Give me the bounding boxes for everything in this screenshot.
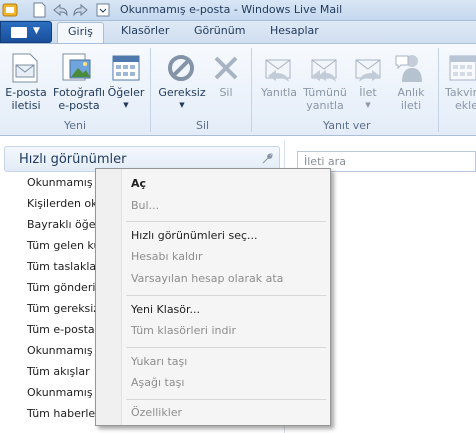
forward-icon (355, 59, 381, 82)
calendar-icon (449, 55, 476, 81)
menu-separator (126, 221, 326, 222)
reply-all-label-1: Tümünü (303, 86, 347, 99)
delete-label: Sil (219, 86, 233, 99)
group-reply-label: Yanıt ver (323, 119, 371, 132)
tab-view-label: Görünüm (194, 24, 246, 37)
quick-view-item[interactable]: Tüm gelen ku (27, 239, 100, 252)
photo-email-label-1: Fotoğraflı (53, 86, 105, 99)
menu-separator (126, 399, 326, 400)
quick-view-item[interactable]: Tüm haberler (27, 407, 100, 420)
menu-item-open[interactable]: Aç (131, 177, 146, 190)
tab-folders[interactable]: Klasörler (121, 24, 169, 43)
instant-message-label-2: ileti (400, 99, 422, 112)
junk-chevron-down-icon: ▼ (179, 101, 185, 109)
menu-item-remove-account[interactable]: Hesabı kaldır (131, 250, 203, 263)
new-email-label-1: E-posta (5, 86, 47, 99)
menu-item-move-down[interactable]: Aşağı taşı (131, 376, 184, 389)
reply-quick-icon[interactable] (52, 2, 69, 18)
forward-chevron-down-icon: ▼ (365, 101, 371, 109)
chevron-down-icon: ▼ (33, 26, 40, 36)
reply-all-icon (311, 59, 337, 82)
junk-label: Gereksiz (158, 86, 206, 99)
quick-views-title: Hızlı görünümler (19, 152, 127, 167)
tab-accounts-label: Hesaplar (270, 24, 319, 37)
menu-item-properties[interactable]: Özellikler (131, 406, 182, 419)
quick-view-item[interactable]: Okunmamış (27, 386, 93, 399)
reply-icon (265, 59, 291, 82)
group-separator (251, 48, 252, 132)
instant-message-button[interactable]: Anlık ileti (390, 86, 432, 112)
add-calendar-label-1: Takvim (445, 86, 476, 99)
add-calendar-label-2: ekle (455, 99, 476, 112)
reply-all-button[interactable]: Tümünü yanıtla (302, 86, 348, 112)
reply-all-label-2: yanıtla (306, 99, 344, 112)
context-menu: Aç Bul... Hızlı görünümleri seç... Hesab… (95, 168, 331, 426)
email-message-icon (12, 53, 38, 83)
new-email-button[interactable]: E-posta iletisi (4, 86, 48, 112)
menu-icon (11, 27, 27, 38)
quick-view-item[interactable]: Bayraklı öğele (27, 218, 105, 231)
menu-separator (126, 347, 326, 348)
quick-view-item[interactable]: Tüm akışlar (27, 365, 90, 378)
tab-home-label: Giriş (68, 25, 93, 38)
photo-email-button[interactable]: Fotoğraflı e-posta (49, 86, 109, 112)
instant-message-label-1: Anlık (397, 86, 425, 99)
photo-email-icon (62, 53, 91, 81)
items-chevron-down-icon: ▼ (123, 101, 129, 109)
menu-item-new-folder[interactable]: Yeni Klasör... (131, 303, 200, 316)
tab-home[interactable]: Giriş (57, 22, 104, 44)
quick-view-item[interactable]: Okunmamış (27, 176, 93, 189)
search-placeholder: İleti ara (304, 155, 346, 168)
photo-email-label-2: e-posta (58, 99, 100, 112)
app-icon[interactable] (2, 2, 19, 18)
quick-view-item[interactable]: Tüm taslaklar (27, 260, 101, 273)
junk-icon (168, 55, 194, 81)
menu-item-select-quick-views[interactable]: Hızlı görünümleri seç... (131, 229, 258, 242)
quick-view-item[interactable]: Okunmamış (27, 344, 93, 357)
menu-separator (126, 295, 326, 296)
title-bar: Okunmamış e-posta - Windows Live Mail (0, 0, 476, 21)
group-new-label: Yeni (64, 119, 87, 132)
tab-folders-label: Klasörler (121, 24, 170, 37)
delete-icon (214, 56, 238, 80)
group-separator (150, 48, 151, 132)
delete-button[interactable]: Sil (210, 86, 242, 99)
customize-quick-access-icon[interactable] (95, 2, 112, 18)
wrench-icon[interactable] (261, 153, 273, 168)
add-calendar-button[interactable]: Takvim ekle (441, 86, 476, 112)
calendar-items-icon (112, 55, 140, 81)
quick-view-item[interactable]: Kişilerden oku (27, 197, 104, 210)
instant-message-icon (395, 55, 422, 82)
app-menu-button[interactable]: ▼ (0, 21, 52, 43)
junk-button[interactable]: Gereksiz ▼ (156, 86, 208, 112)
group-separator (438, 48, 439, 132)
tab-view[interactable]: Görünüm (194, 24, 245, 43)
quick-view-item[interactable]: Tüm gönderi (27, 281, 95, 294)
window-title: Okunmamış e-posta - Windows Live Mail (120, 3, 343, 16)
items-dropdown-button[interactable]: Öğeler ▼ (106, 86, 146, 112)
menu-item-move-up[interactable]: Yukarı taşı (131, 355, 187, 368)
forward-button[interactable]: İlet ▼ (350, 86, 386, 112)
context-menu-icon-strip (96, 169, 122, 425)
menu-item-set-default-account[interactable]: Varsayılan hesap olarak ata (131, 272, 283, 285)
quick-view-item[interactable]: Tüm gereksiz (27, 302, 99, 315)
group-delete-label: Sil (196, 119, 210, 132)
quick-view-item[interactable]: Tüm e-posta (27, 323, 95, 336)
forward-quick-icon[interactable] (72, 2, 89, 18)
menu-item-find[interactable]: Bul... (131, 199, 159, 212)
new-message-quick-icon[interactable] (31, 2, 48, 18)
reply-button[interactable]: Yanıtla (256, 86, 302, 99)
menu-item-download-all-folders[interactable]: Tüm klasörleri indir (131, 324, 236, 337)
items-label: Öğeler (107, 86, 145, 99)
new-email-label-2: iletisi (11, 99, 41, 112)
reply-label: Yanıtla (260, 86, 298, 99)
forward-label: İlet (359, 86, 377, 99)
tab-accounts[interactable]: Hesaplar (270, 24, 319, 43)
